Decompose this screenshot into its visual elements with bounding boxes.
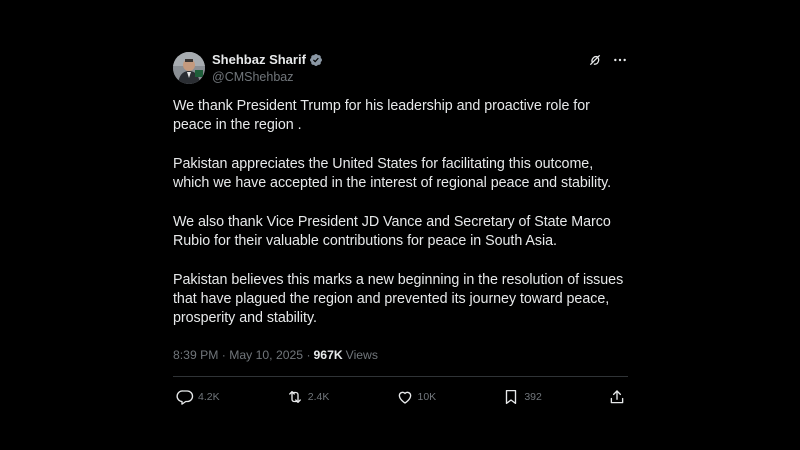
tweet-paragraph: We also thank Vice President JD Vance an…: [173, 213, 611, 250]
grok-icon[interactable]: [588, 53, 602, 67]
author-names: Shehbaz Sharif @CMShehbaz: [212, 52, 323, 85]
reply-count: 4.2K: [198, 390, 220, 403]
avatar[interactable]: [173, 52, 205, 84]
tweet-timestamp[interactable]: 8:39 PM · May 10, 2025 ·: [173, 348, 311, 362]
tweet-header: Shehbaz Sharif @CMShehbaz: [173, 50, 628, 86]
tweet-paragraph: Pakistan believes this marks a new begin…: [173, 271, 624, 327]
verified-badge-icon[interactable]: [309, 53, 323, 67]
tweet-meta: 8:39 PM · May 10, 2025 · 967K Views: [173, 346, 628, 364]
avatar-image: [173, 52, 205, 84]
views-label: Views: [345, 347, 378, 362]
reply-button[interactable]: 4.2K: [176, 388, 220, 406]
repost-button[interactable]: 2.4K: [286, 388, 330, 406]
share-icon: [608, 388, 626, 406]
repost-icon: [286, 388, 304, 406]
views-count: 967K: [313, 347, 343, 362]
author-display-name[interactable]: Shehbaz Sharif: [212, 52, 306, 68]
like-icon: [396, 388, 414, 406]
tweet-card: Shehbaz Sharif @CMShehbaz We thank Presi…: [173, 50, 628, 417]
author-handle[interactable]: @CMShehbaz: [212, 69, 323, 85]
tweet-text: We thank President Trump for his leaders…: [173, 97, 628, 329]
engagement-bar: 4.2K 2.4K 10K 392: [173, 377, 628, 417]
header-actions: [588, 52, 628, 68]
tweet-paragraph: We thank President Trump for his leaders…: [173, 98, 590, 134]
reply-icon: [176, 388, 194, 406]
like-button[interactable]: 10K: [396, 388, 437, 406]
like-count: 10K: [417, 390, 437, 403]
bookmark-button[interactable]: 392: [502, 388, 542, 406]
repost-count: 2.4K: [307, 390, 330, 403]
bookmark-count: 392: [524, 390, 542, 403]
tweet-paragraph: Pakistan appreciates the United States f…: [173, 155, 612, 192]
share-button[interactable]: [608, 388, 626, 406]
more-options-icon[interactable]: [612, 52, 628, 68]
bookmark-icon: [502, 388, 520, 406]
